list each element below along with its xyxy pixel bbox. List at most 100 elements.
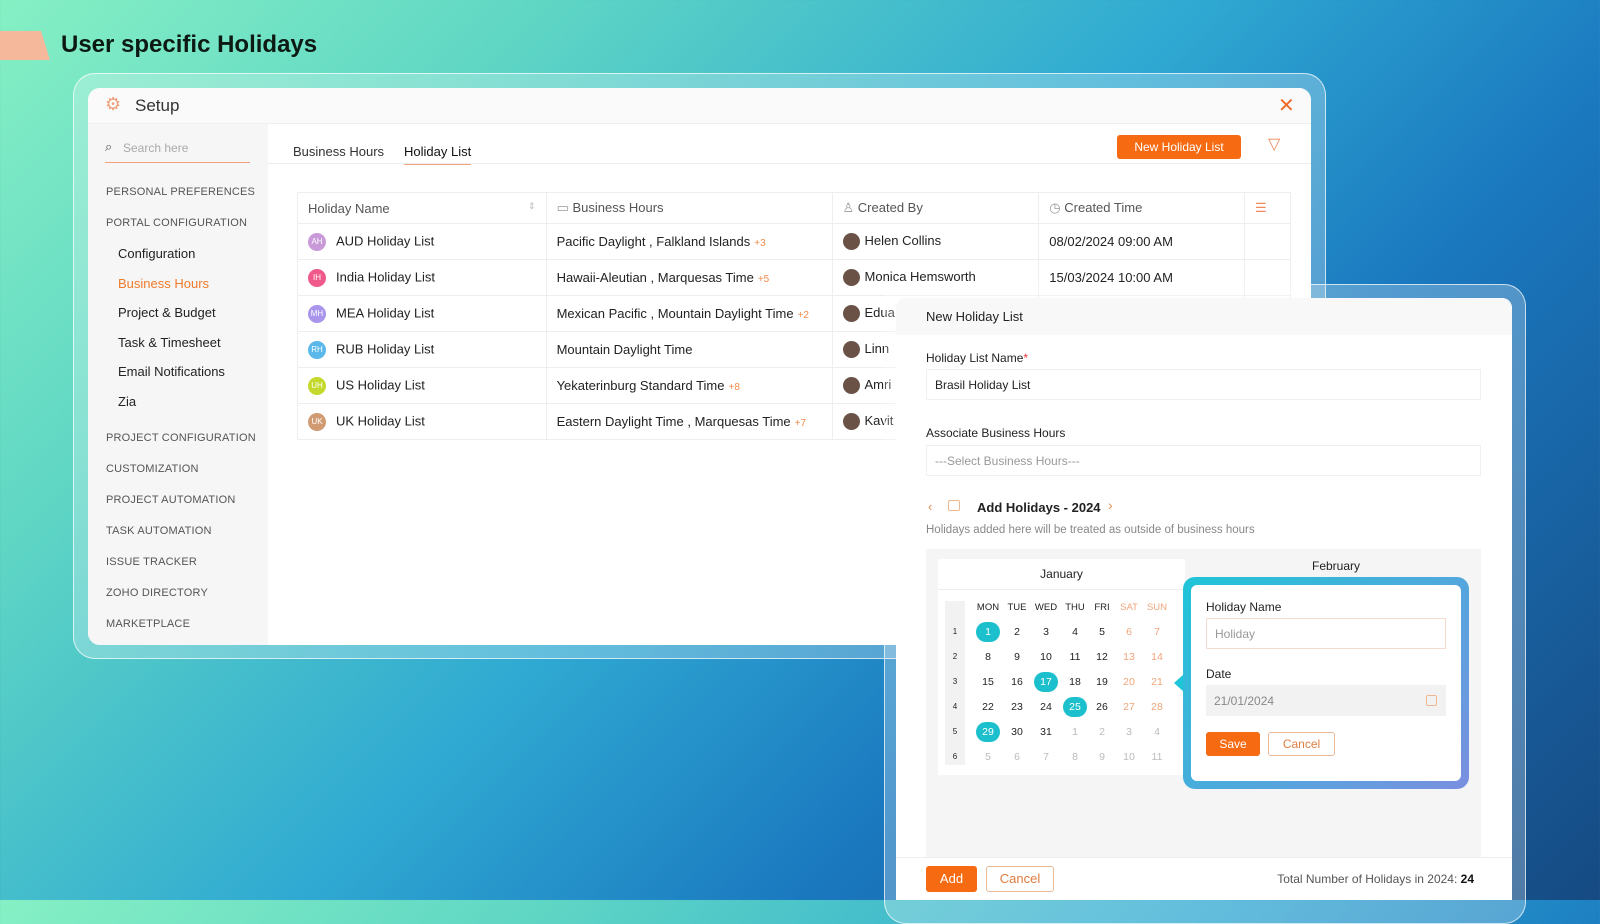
calendar-day[interactable]: 1 bbox=[1063, 722, 1087, 742]
search-field[interactable]: ⌕ Search here bbox=[105, 137, 250, 163]
cell-holiday-name[interactable]: AH AUD Holiday List bbox=[297, 223, 547, 260]
search-icon: ⌕ bbox=[105, 139, 113, 154]
weekday-header: MON bbox=[976, 602, 1000, 613]
calendar-day[interactable]: 29 bbox=[976, 722, 1000, 742]
sidebar-section-project-configuration[interactable]: PROJECT CONFIGURATION bbox=[106, 432, 256, 444]
holiday-list-name-input[interactable]: Brasil Holiday List bbox=[926, 369, 1481, 400]
calendar-day[interactable]: 6 bbox=[1005, 747, 1029, 767]
cancel-button[interactable]: Cancel bbox=[986, 866, 1054, 892]
calendar-day[interactable]: 1 bbox=[976, 622, 1000, 642]
calendar-day[interactable]: 6 bbox=[1117, 622, 1141, 642]
calendar-day[interactable]: 4 bbox=[1145, 722, 1169, 742]
sidebar-item-zia[interactable]: Zia bbox=[118, 394, 136, 409]
calendar-day[interactable]: 20 bbox=[1117, 672, 1141, 692]
sidebar-section-task-automation[interactable]: TASK AUTOMATION bbox=[106, 525, 212, 537]
tab-holiday-list[interactable]: Holiday List bbox=[404, 144, 472, 165]
cell-holiday-name[interactable]: IH India Holiday List bbox=[297, 259, 547, 296]
sidebar-item-configuration[interactable]: Configuration bbox=[118, 246, 195, 261]
calendar-day[interactable]: 11 bbox=[1063, 647, 1087, 667]
calendar-day[interactable]: 12 bbox=[1090, 647, 1114, 667]
calendar-day[interactable]: 21 bbox=[1145, 672, 1169, 692]
prev-year-icon[interactable]: ‹ bbox=[928, 499, 932, 514]
search-input[interactable]: Search here bbox=[123, 141, 188, 155]
calendar-day[interactable]: 8 bbox=[976, 647, 1000, 667]
sort-icon[interactable]: ⇕ bbox=[528, 201, 536, 212]
table-row[interactable]: AH AUD Holiday List Pacific Daylight , Fa… bbox=[297, 223, 1291, 260]
calendar-day[interactable]: 26 bbox=[1090, 697, 1114, 717]
sidebar-item-email-notifications[interactable]: Email Notifications bbox=[118, 364, 225, 379]
sidebar-section-personal-preferences[interactable]: PERSONAL PREFERENCES bbox=[106, 186, 255, 198]
calendar-day[interactable]: 10 bbox=[1034, 647, 1058, 667]
month-name: January bbox=[938, 559, 1185, 590]
business-hours-select[interactable]: ---Select Business Hours--- bbox=[926, 445, 1481, 476]
sidebar-item-business-hours[interactable]: Business Hours bbox=[118, 276, 209, 291]
sidebar-item-project-budget[interactable]: Project & Budget bbox=[118, 305, 216, 320]
cell-holiday-name[interactable]: MH MEA Holiday List bbox=[297, 295, 547, 332]
cell-business-hours: Mountain Daylight Time bbox=[545, 331, 833, 368]
sidebar-section-marketplace[interactable]: MARKETPLACE bbox=[106, 618, 190, 630]
avatar: MH bbox=[308, 304, 326, 323]
weekday-header: TUE bbox=[1007, 602, 1027, 613]
calendar-day[interactable]: 19 bbox=[1090, 672, 1114, 692]
add-button[interactable]: Add bbox=[926, 866, 977, 892]
calendar-day[interactable]: 24 bbox=[1034, 697, 1058, 717]
calendar-day[interactable]: 9 bbox=[1005, 647, 1029, 667]
popover-save-button[interactable]: Save bbox=[1206, 732, 1260, 756]
calendar-day[interactable]: 25 bbox=[1063, 697, 1087, 717]
sidebar-section-portal-configuration[interactable]: PORTAL CONFIGURATION bbox=[106, 217, 247, 229]
calendar-day[interactable]: 2 bbox=[1090, 722, 1114, 742]
week-number: 1 bbox=[952, 627, 958, 636]
sidebar-item-task-timesheet[interactable]: Task & Timesheet bbox=[118, 335, 221, 350]
calendar-day[interactable]: 10 bbox=[1117, 747, 1141, 767]
tab-business-hours[interactable]: Business Hours bbox=[293, 144, 384, 159]
calendar-day[interactable]: 11 bbox=[1145, 747, 1169, 767]
sidebar-section-issue-tracker[interactable]: ISSUE TRACKER bbox=[106, 556, 197, 568]
cell-holiday-name[interactable]: UK UK Holiday List bbox=[297, 403, 547, 440]
calendar-day[interactable]: 4 bbox=[1063, 622, 1087, 642]
calendar-day[interactable]: 30 bbox=[1005, 722, 1029, 742]
date-label: Date bbox=[1206, 667, 1232, 681]
weekday-header: THU bbox=[1065, 602, 1085, 613]
sidebar-section-zoho-directory[interactable]: ZOHO DIRECTORY bbox=[106, 587, 208, 599]
close-icon[interactable]: ✕ bbox=[1278, 93, 1295, 118]
calendar-day[interactable]: 2 bbox=[1005, 622, 1029, 642]
user-icon: ♙ bbox=[842, 200, 858, 215]
calendar-day[interactable]: 7 bbox=[1034, 747, 1058, 767]
calendar-day[interactable]: 16 bbox=[1005, 672, 1029, 692]
calendar-day[interactable]: 13 bbox=[1117, 647, 1141, 667]
cell-holiday-name[interactable]: UH US Holiday List bbox=[297, 367, 547, 404]
gear-icon: ⚙ bbox=[105, 94, 122, 114]
calendar-day[interactable]: 8 bbox=[1063, 747, 1087, 767]
sidebar-section-customization[interactable]: CUSTOMIZATION bbox=[106, 463, 199, 475]
calendar-day[interactable]: 3 bbox=[1034, 622, 1058, 642]
new-holiday-list-button[interactable]: New Holiday List bbox=[1117, 135, 1241, 159]
calendar-day[interactable]: 9 bbox=[1090, 747, 1114, 767]
date-input[interactable]: 21/01/2024 bbox=[1206, 685, 1446, 716]
column-header-holiday-name[interactable]: Holiday Name ⇕ bbox=[297, 192, 547, 224]
date-picker-icon[interactable] bbox=[1426, 695, 1437, 706]
calendar-day[interactable]: 28 bbox=[1145, 697, 1169, 717]
filter-icon[interactable]: ▽ bbox=[1268, 134, 1280, 154]
business-hours-icon: ▭ bbox=[556, 200, 573, 215]
calendar-day[interactable]: 7 bbox=[1145, 622, 1169, 642]
popover-cancel-button[interactable]: Cancel bbox=[1268, 732, 1335, 756]
calendar-day[interactable]: 15 bbox=[976, 672, 1000, 692]
next-year-icon[interactable]: › bbox=[1108, 497, 1113, 513]
calendar-day[interactable]: 14 bbox=[1145, 647, 1169, 667]
sidebar-section-project-automation[interactable]: PROJECT AUTOMATION bbox=[106, 494, 236, 506]
calendar-day[interactable]: 23 bbox=[1005, 697, 1029, 717]
title-tag-decoration bbox=[0, 31, 50, 60]
calendar-day[interactable]: 5 bbox=[1090, 622, 1114, 642]
calendar-day[interactable]: 5 bbox=[976, 747, 1000, 767]
holiday-name-input[interactable]: Holiday bbox=[1206, 618, 1446, 649]
week-number: 6 bbox=[952, 752, 958, 761]
column-settings-icon[interactable]: ☰ bbox=[1244, 192, 1291, 224]
calendar-day[interactable]: 27 bbox=[1117, 697, 1141, 717]
calendar-day[interactable]: 22 bbox=[976, 697, 1000, 717]
calendar-day[interactable]: 17 bbox=[1034, 672, 1058, 692]
calendar-day[interactable]: 18 bbox=[1063, 672, 1087, 692]
calendar-day[interactable]: 3 bbox=[1117, 722, 1141, 742]
calendar-day[interactable]: 31 bbox=[1034, 722, 1058, 742]
panel-header: New Holiday List bbox=[896, 298, 1512, 335]
cell-holiday-name[interactable]: RH RUB Holiday List bbox=[297, 331, 547, 368]
